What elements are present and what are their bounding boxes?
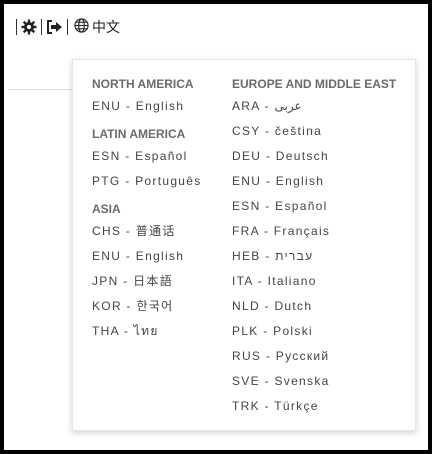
region-heading-north-america: NORTH AMERICA	[92, 77, 194, 91]
language-option-trk[interactable]: TRK - Türkçe	[232, 396, 412, 421]
language-option-chs[interactable]: CHS - 普通话	[92, 221, 232, 246]
language-option-heb[interactable]: HEB - עברית	[232, 246, 412, 271]
window-frame: 中文 NORTH AMERICA ENU - English LATIN AME…	[0, 0, 432, 454]
language-dropdown: NORTH AMERICA ENU - English LATIN AMERIC…	[72, 59, 416, 431]
language-option-ita[interactable]: ITA - Italiano	[232, 271, 412, 296]
toolbar-divider	[16, 19, 17, 35]
logout-icon[interactable]	[46, 17, 63, 37]
language-option-enu-asia[interactable]: ENU - English	[92, 246, 232, 271]
language-option-kor[interactable]: KOR - 한국어	[92, 296, 232, 321]
language-option-csy[interactable]: CSY - čeština	[232, 121, 412, 146]
language-option-ara[interactable]: ARA - عربى	[232, 96, 412, 121]
region-heading-asia: ASIA	[92, 202, 121, 216]
language-option-sve[interactable]: SVE - Svenska	[232, 371, 412, 396]
language-option-deu[interactable]: DEU - Deutsch	[232, 146, 412, 171]
dropdown-right-column: EUROPE AND MIDDLE EAST ARA - عربى CSY - …	[232, 75, 412, 421]
header-divider	[8, 89, 72, 90]
language-option-fra[interactable]: FRA - Français	[232, 221, 412, 246]
language-option-nld[interactable]: NLD - Dutch	[232, 296, 412, 321]
language-option-ptg[interactable]: PTG - Português	[92, 171, 232, 196]
language-option-esn-europe[interactable]: ESN - Español	[232, 196, 412, 221]
region-heading-europe-middle-east: EUROPE AND MIDDLE EAST	[232, 77, 397, 91]
language-option-enu-europe[interactable]: ENU - English	[232, 171, 412, 196]
toolbar-divider	[41, 19, 42, 35]
region-heading-latin-america: LATIN AMERICA	[92, 127, 186, 141]
globe-icon	[74, 17, 89, 37]
language-option-rus[interactable]: RUS - Русский	[232, 346, 412, 371]
toolbar-divider	[67, 19, 68, 35]
gear-icon[interactable]	[21, 17, 37, 37]
language-option-jpn[interactable]: JPN - 日本語	[92, 271, 232, 296]
top-toolbar: 中文	[12, 16, 120, 38]
language-selector-button[interactable]: 中文	[72, 17, 120, 37]
language-option-plk[interactable]: PLK - Polski	[232, 321, 412, 346]
language-option-esn[interactable]: ESN - Español	[92, 146, 232, 171]
language-label: 中文	[92, 20, 120, 36]
dropdown-left-column: NORTH AMERICA ENU - English LATIN AMERIC…	[92, 75, 232, 346]
language-option-enu[interactable]: ENU - English	[92, 96, 232, 121]
language-option-tha[interactable]: THA - ไทย	[92, 321, 232, 346]
